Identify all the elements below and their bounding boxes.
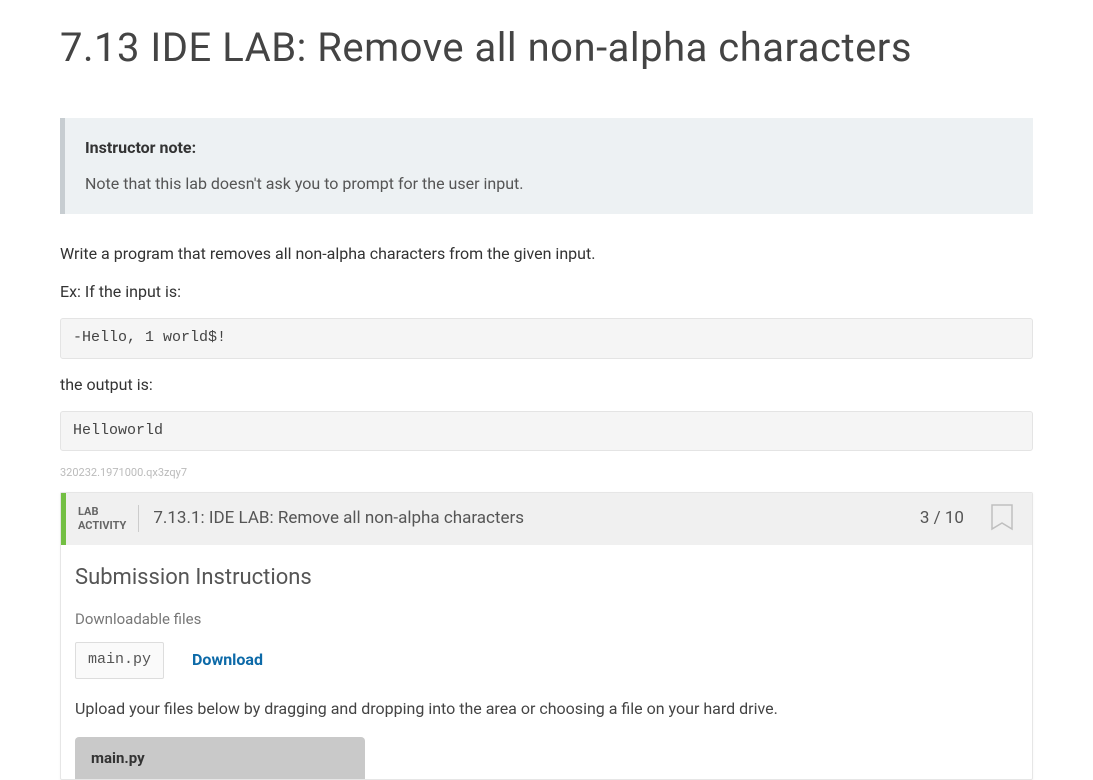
file-chip-mainpy: main.py	[75, 642, 164, 679]
lab-body: Submission Instructions Downloadable fil…	[61, 545, 1032, 780]
instructor-note-body: Note that this lab doesn't ask you to pr…	[85, 172, 1013, 196]
lab-score: 3 / 10	[920, 506, 964, 532]
instructor-note-label: Instructor note:	[85, 136, 1013, 160]
example-output-code: Helloworld	[60, 411, 1033, 452]
download-row: main.py Download	[75, 642, 1018, 679]
downloadable-files-label: Downloadable files	[75, 608, 1018, 631]
page-title: 7.13 IDE LAB: Remove all non-alpha chara…	[60, 18, 1033, 78]
upload-instructions: Upload your files below by dragging and …	[75, 697, 1018, 721]
example-input-code: -Hello, 1 world$!	[60, 318, 1033, 359]
lab-label-line2: ACTIVITY	[78, 519, 126, 532]
instructor-note: Instructor note: Note that this lab does…	[60, 118, 1033, 214]
bookmark-icon[interactable]	[988, 503, 1016, 535]
lab-card: LAB ACTIVITY 7.13.1: IDE LAB: Remove all…	[60, 492, 1033, 780]
upload-tab-mainpy[interactable]: main.py	[75, 737, 365, 780]
prompt-line-3: the output is:	[60, 373, 1033, 397]
lab-activity-label: LAB ACTIVITY	[78, 505, 139, 531]
submission-heading: Submission Instructions	[75, 561, 1018, 594]
hash-id: 320232.1971000.qx3zqy7	[60, 465, 1033, 482]
prompt-line-2: Ex: If the input is:	[60, 280, 1033, 304]
lab-title: 7.13.1: IDE LAB: Remove all non-alpha ch…	[153, 506, 906, 532]
prompt-line-1: Write a program that removes all non-alp…	[60, 242, 1033, 266]
lab-header: LAB ACTIVITY 7.13.1: IDE LAB: Remove all…	[61, 493, 1032, 545]
download-link[interactable]: Download	[192, 648, 263, 672]
lab-label-line1: LAB	[78, 505, 126, 518]
